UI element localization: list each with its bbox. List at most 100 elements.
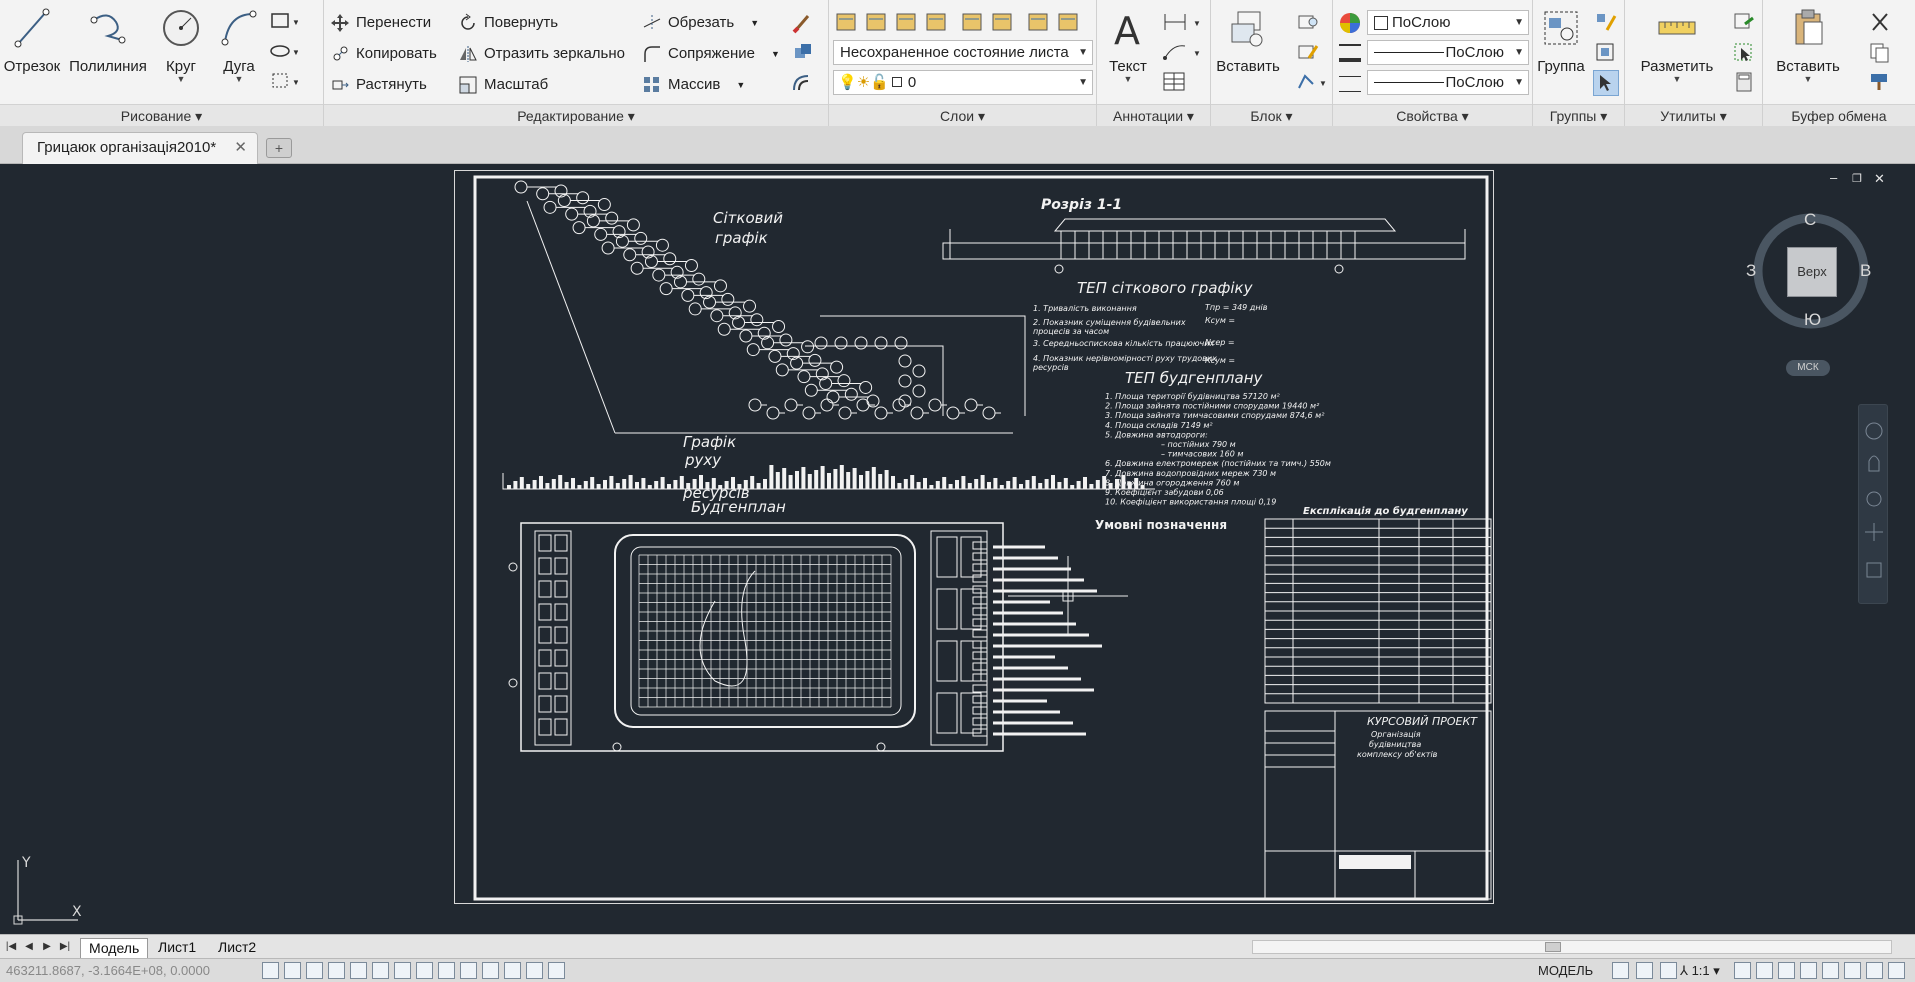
restore-icon[interactable]: ❐ <box>1852 172 1862 185</box>
linetype-combo[interactable]: ПоСлою ▼ <box>1367 40 1529 65</box>
explode-button[interactable] <box>790 40 816 66</box>
group-edit-button[interactable] <box>1593 40 1619 66</box>
drafting-toggle-icon[interactable] <box>262 962 279 979</box>
match-prop-button[interactable] <box>1867 70 1893 96</box>
group-select-button[interactable] <box>1593 70 1619 96</box>
text-button[interactable]: A Текст ▼ <box>1101 6 1155 84</box>
drafting-toggle-icon[interactable] <box>372 962 389 979</box>
drafting-toggle-icon[interactable] <box>284 962 301 979</box>
layers-panel-title[interactable]: Слои ▾ <box>829 104 1096 126</box>
drafting-toggle-icon[interactable] <box>504 962 521 979</box>
ungroup-button[interactable] <box>1593 10 1619 36</box>
status-tool-icon[interactable] <box>1756 962 1773 979</box>
drafting-toggle-icon[interactable] <box>526 962 543 979</box>
tab-sheet2[interactable]: Лист2 <box>210 938 264 958</box>
color-combo[interactable]: ПоСлою ▼ <box>1367 10 1529 35</box>
minimize-icon[interactable]: – <box>1830 170 1837 185</box>
status-tool-icon[interactable] <box>1778 962 1795 979</box>
utilities-panel-title[interactable]: Утилиты ▾ <box>1625 104 1762 126</box>
paste-dropdown-icon[interactable]: ▼ <box>1773 75 1843 84</box>
tab-sheet1[interactable]: Лист1 <box>150 938 204 958</box>
compass-west[interactable]: З <box>1746 261 1756 281</box>
clipboard-panel-title[interactable]: Буфер обмена <box>1763 104 1915 126</box>
arc-dropdown-icon[interactable]: ▼ <box>214 75 264 84</box>
drafting-toggle-icon[interactable] <box>548 962 565 979</box>
circle-button[interactable]: Круг ▼ <box>156 6 206 84</box>
match-properties-button[interactable] <box>1337 10 1363 36</box>
status-tool-icon[interactable] <box>1734 962 1751 979</box>
rectangle-button[interactable]: ▼ <box>268 10 300 36</box>
array-dropdown-icon[interactable]: ▼ <box>736 72 745 98</box>
properties-panel-title[interactable]: Свойства ▾ <box>1333 104 1532 126</box>
status-tool-icon[interactable] <box>1822 962 1839 979</box>
close-icon[interactable]: ✕ <box>234 133 247 163</box>
measure-dropdown-icon[interactable]: ▼ <box>1635 75 1719 84</box>
scale-button[interactable]: Масштаб <box>458 72 548 98</box>
offset-button[interactable] <box>790 70 816 96</box>
fillet-button[interactable]: Сопряжение ▼ <box>642 41 780 67</box>
copy-clip-button[interactable] <box>1867 40 1893 66</box>
table-button[interactable] <box>1161 70 1187 96</box>
text-dropdown-icon[interactable]: ▼ <box>1101 75 1155 84</box>
trim-dropdown-icon[interactable]: ▼ <box>750 10 759 36</box>
status-tool-icon[interactable] <box>1800 962 1817 979</box>
viewcube[interactable]: Верх С Ю В З <box>1746 210 1871 330</box>
boundary-button[interactable]: ▼ <box>268 70 300 96</box>
compass-north[interactable]: С <box>1804 210 1816 230</box>
create-block-button[interactable] <box>1295 10 1321 36</box>
drafting-toggle-icon[interactable] <box>394 962 411 979</box>
horizontal-scrollbar[interactable] <box>1252 940 1892 954</box>
mirror-button[interactable]: Отразить зеркально <box>458 41 625 67</box>
cut-button[interactable] <box>1867 10 1893 36</box>
new-tab-button[interactable]: + <box>266 138 292 158</box>
annotation-scale[interactable]: ⅄ 1:1 ▾ <box>1680 962 1720 980</box>
ucs-button[interactable]: МСК <box>1786 360 1830 376</box>
tab-model[interactable]: Модель <box>80 938 149 958</box>
block-attributes-button[interactable]: ▼ <box>1295 70 1329 96</box>
quick-select-button[interactable] <box>1731 10 1757 36</box>
compass-east[interactable]: В <box>1860 261 1871 281</box>
navigation-tools-icons[interactable] <box>1859 405 1889 605</box>
leader-button[interactable]: ▼ <box>1161 40 1207 66</box>
stretch-button[interactable]: Растянуть <box>330 72 427 98</box>
scrollbar-thumb[interactable] <box>1545 942 1561 952</box>
circle-dropdown-icon[interactable]: ▼ <box>156 75 206 84</box>
drawing-canvas[interactable]: – ❐ ✕ Верх С Ю В З МСК Y X Сітковий граф… <box>0 164 1915 934</box>
dimension-button[interactable]: ▼ <box>1161 10 1207 36</box>
line-button[interactable]: Отрезок <box>2 6 62 75</box>
layer-state-combo[interactable]: Несохраненное состояние листа ▼ <box>833 40 1093 65</box>
groups-panel-title[interactable]: Группы ▾ <box>1533 104 1624 126</box>
copy-button[interactable]: Копировать <box>330 41 437 67</box>
drafting-toggle-icon[interactable] <box>328 962 345 979</box>
first-tab-icon[interactable]: |◀ <box>4 939 18 955</box>
prev-tab-icon[interactable]: ◀ <box>22 939 36 955</box>
annotation-panel-title[interactable]: Аннотации ▾ <box>1097 104 1210 126</box>
status-tool-icon[interactable] <box>1636 962 1653 979</box>
document-tab[interactable]: Грицаюк організація2010* ✕ <box>22 132 258 164</box>
next-tab-icon[interactable]: ▶ <box>40 939 54 955</box>
insert-block-button[interactable]: Вставить <box>1215 6 1281 75</box>
measure-button[interactable]: Разметить ▼ <box>1635 6 1719 84</box>
coordinates-readout[interactable]: 463211.8687, -3.1664E+08, 0.0000 <box>6 962 210 980</box>
modify-panel-title[interactable]: Редактирование ▾ <box>324 104 828 126</box>
array-button[interactable]: Массив ▼ <box>642 72 745 98</box>
drafting-toggle-icon[interactable] <box>460 962 477 979</box>
layer-combo[interactable]: 💡☀🔓 0 ▼ <box>833 70 1093 95</box>
block-panel-title[interactable]: Блок ▾ <box>1211 104 1332 126</box>
erase-button[interactable] <box>790 10 816 36</box>
group-button[interactable]: Группа <box>1535 6 1587 75</box>
model-space-toggle[interactable]: МОДЕЛЬ <box>1538 962 1593 980</box>
status-tool-icon[interactable] <box>1866 962 1883 979</box>
calculator-button[interactable] <box>1731 70 1757 96</box>
status-tool-icon[interactable] <box>1612 962 1629 979</box>
hatch-button[interactable]: ▼ <box>268 40 300 66</box>
fillet-dropdown-icon[interactable]: ▼ <box>771 41 780 67</box>
compass-south[interactable]: Ю <box>1804 310 1821 330</box>
select-all-button[interactable] <box>1731 40 1757 66</box>
layer-tools-icons[interactable] <box>833 8 1093 36</box>
rotate-button[interactable]: Повернуть <box>458 10 558 36</box>
edit-block-button[interactable] <box>1295 40 1321 66</box>
paste-button[interactable]: Вставить ▼ <box>1773 6 1843 84</box>
last-tab-icon[interactable]: ▶| <box>58 939 72 955</box>
drawing-sheet[interactable]: Сітковий графік Розріз 1-1 ТЕП сіткового… <box>454 170 1494 904</box>
